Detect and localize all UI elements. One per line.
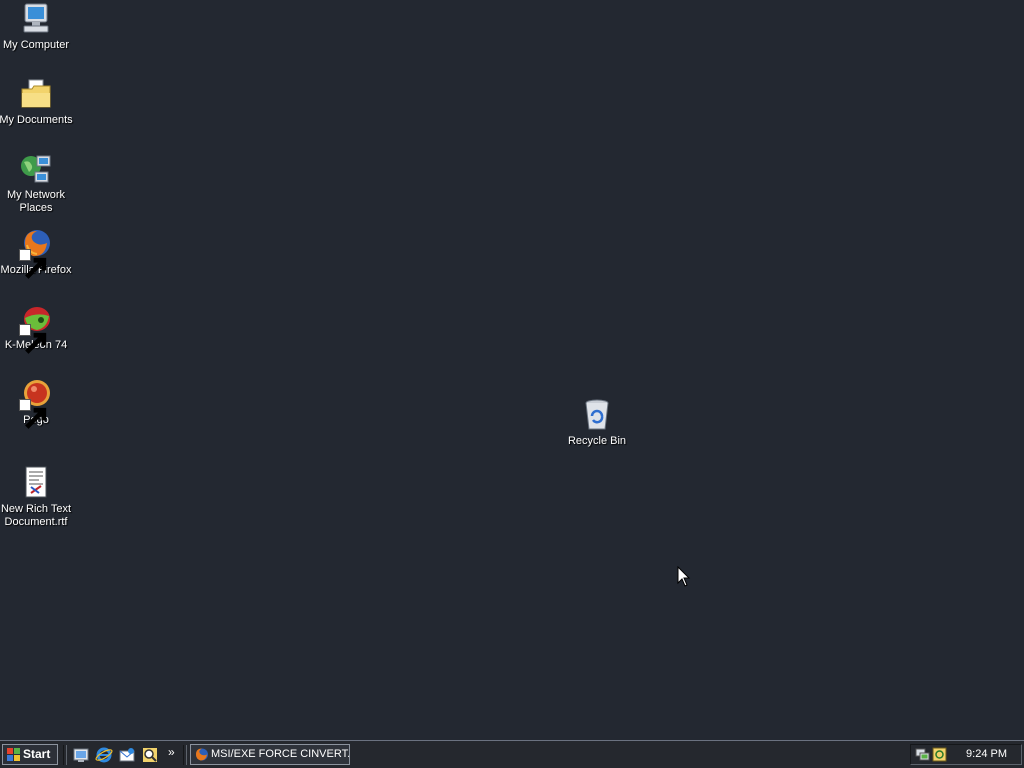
computer-icon xyxy=(19,2,53,36)
desktop-icon-label: New Rich Text Document.rtf xyxy=(0,503,72,528)
desktop-icon-label: Recycle Bin xyxy=(567,435,627,447)
firefox-icon xyxy=(194,747,209,762)
desktop-icon-my-documents[interactable]: My Documents xyxy=(0,77,74,127)
rtf-document-icon xyxy=(19,466,53,500)
desktop-icon-rtf-document[interactable]: New Rich Text Document.rtf xyxy=(0,466,74,529)
taskbar-button-label: MSI/EXE FORCE CINVERT... xyxy=(211,748,350,760)
network-places-icon xyxy=(19,152,53,186)
quick-launch-more-button[interactable]: » xyxy=(168,745,175,759)
kmeleon-icon xyxy=(19,302,53,354)
search-icon[interactable] xyxy=(141,746,159,764)
desktop-icon-recycle-bin[interactable]: Recycle Bin xyxy=(559,398,635,448)
start-button[interactable]: Start xyxy=(2,744,58,765)
shortcut-arrow-icon xyxy=(19,249,47,279)
internet-explorer-icon[interactable] xyxy=(95,746,113,764)
system-tray: 9:24 PM xyxy=(910,744,1022,765)
recycle-bin-icon xyxy=(580,398,614,432)
desktop-icon-my-computer[interactable]: My Computer xyxy=(0,2,74,52)
taskbar-button-firefox-window[interactable]: MSI/EXE FORCE CINVERT... xyxy=(190,744,350,765)
outlook-express-icon[interactable] xyxy=(118,746,136,764)
taskbar: Start » MSI/EXE FORCE CINVERT... 9:24 PM xyxy=(0,740,1024,768)
update-tray-icon[interactable] xyxy=(932,747,947,762)
shortcut-arrow-icon xyxy=(19,324,47,354)
desktop-icon-my-network-places[interactable]: My Network Places xyxy=(0,152,74,215)
desktop: My Computer My Documents My Network Plac… xyxy=(0,0,1024,740)
mouse-cursor-icon xyxy=(677,565,691,588)
shortcut-arrow-icon xyxy=(19,399,47,429)
documents-folder-icon xyxy=(19,77,53,111)
desktop-icon-pego[interactable]: Pego xyxy=(0,377,74,429)
taskbar-separator xyxy=(183,745,187,765)
desktop-icon-mozilla-firefox[interactable]: Mozilla Firefox xyxy=(0,227,74,279)
network-tray-icon[interactable] xyxy=(915,747,930,762)
taskbar-separator xyxy=(63,745,67,765)
desktop-icon-label: My Network Places xyxy=(6,189,66,214)
desktop-icon-label: My Documents xyxy=(0,114,73,126)
show-desktop-icon[interactable] xyxy=(72,746,90,764)
desktop-icon-label: My Computer xyxy=(2,39,70,51)
firefox-icon xyxy=(19,227,53,279)
start-label: Start xyxy=(23,747,51,761)
desktop-icon-k-meleon[interactable]: K-Meleon 74 xyxy=(0,302,74,354)
windows-flag-icon xyxy=(7,748,20,761)
pego-icon xyxy=(19,377,53,429)
clock[interactable]: 9:24 PM xyxy=(966,748,1007,760)
